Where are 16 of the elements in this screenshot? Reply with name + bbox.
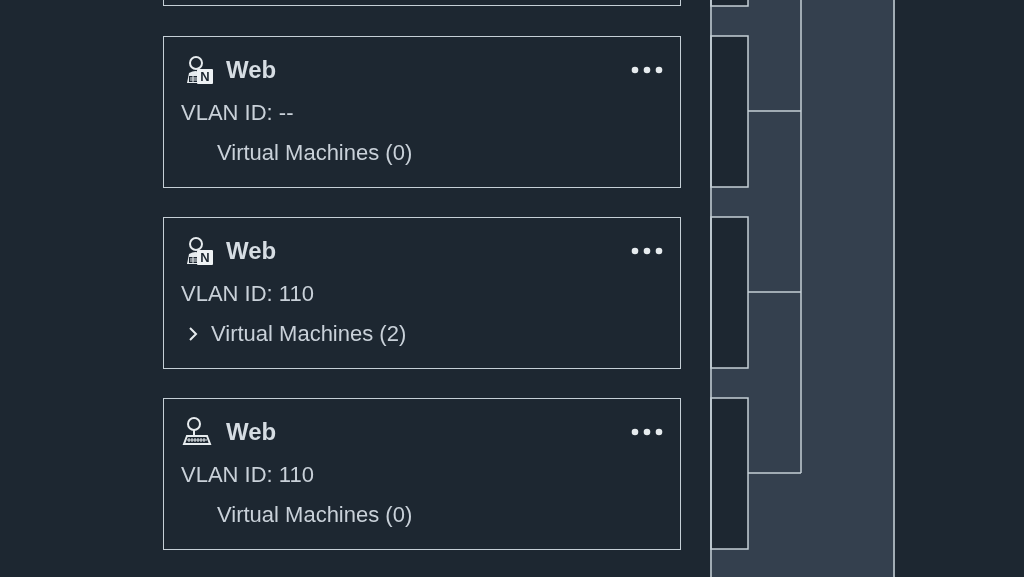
network-type-label: N [197, 69, 213, 84]
more-icon[interactable] [631, 65, 663, 75]
network-title: Web [226, 56, 278, 84]
virtual-machines-label: Virtual Machines (0) [217, 502, 413, 528]
vlan-id-text: VLAN ID: 110 [181, 462, 314, 488]
network-title: Web [226, 418, 278, 446]
network-user-icon [181, 416, 213, 448]
network-type-label: N [197, 250, 213, 265]
more-icon[interactable] [631, 427, 663, 437]
chevron-icon[interactable] [187, 326, 199, 342]
network-title: Web [226, 237, 278, 265]
more-icon[interactable] [631, 246, 663, 256]
virtual-machines-label: Virtual Machines (0) [217, 140, 413, 166]
vlan-id-text: VLAN ID: -- [181, 100, 294, 126]
virtual-machines-label[interactable]: Virtual Machines (2) [211, 321, 407, 347]
vlan-id-text: VLAN ID: 110 [181, 281, 314, 307]
